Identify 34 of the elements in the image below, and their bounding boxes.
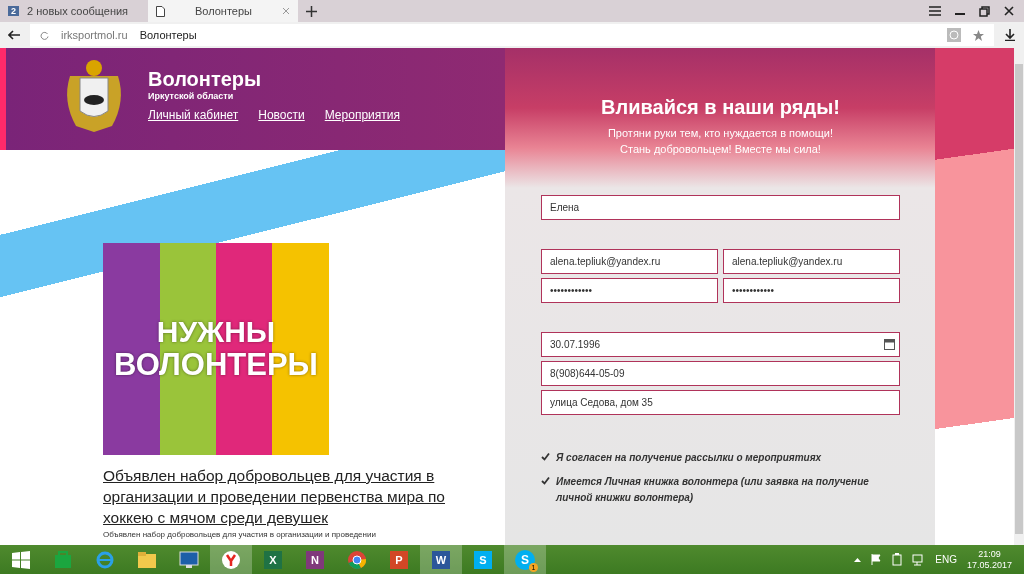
taskbar-button[interactable]: N (294, 545, 336, 574)
input-field[interactable]: улица Седова, дом 35 (541, 390, 900, 415)
input-field[interactable]: •••••••••••• (541, 278, 718, 303)
input-field[interactable]: 8(908)644-05-09 (541, 361, 900, 386)
nav-link[interactable]: Новости (258, 108, 305, 122)
form-tagline: Стань добровольцем! Вместе мы сила! (619, 142, 822, 157)
app-tile-icon[interactable]: X (264, 550, 282, 569)
input-field[interactable]: Елена (541, 195, 900, 220)
nav-link[interactable]: Личный кабинет (148, 108, 239, 122)
form-tagline: Протяни руки тем, кто нуждается в помощи! (606, 126, 835, 141)
taskbar-button[interactable]: P (378, 545, 420, 574)
input-field[interactable]: •••••••••••• (723, 278, 900, 303)
language-indicator[interactable]: ENG (935, 554, 957, 565)
taskbar-button[interactable]: W (420, 545, 462, 574)
app-tile-icon[interactable]: P (390, 550, 408, 569)
nav-link[interactable]: Мероприятия (324, 108, 400, 122)
news-snippet: Объявлен набор добровольцев для участия в организации и проведении (103, 530, 377, 539)
tab-badge: 2 (8, 6, 19, 16)
checkbox-label: Я согласен на получение рассылки о мероприятиях (556, 451, 823, 465)
input-field[interactable]: alena.tepliuk@yandex.ru (541, 249, 718, 274)
checkbox-label: Имеется Личная книжка волонтера (или заявка на получение личной книжки волонтера) (556, 475, 870, 505)
app-tile-icon[interactable]: N (306, 550, 324, 569)
clock[interactable]: 21:09 17.05.2017 (966, 548, 1012, 571)
taskbar-button[interactable]: X (252, 545, 294, 574)
browser-tab[interactable]: Волонтеры (148, 0, 298, 22)
app-tile-icon[interactable]: W (432, 550, 450, 569)
form-heading: Вливайся в наши ряды! (600, 96, 841, 119)
browser-tab[interactable]: 2 2 новых сообщения (0, 0, 148, 22)
site-subtitle: Иркутской области (148, 91, 235, 101)
site-title: Волонтеры (148, 68, 263, 91)
input-field[interactable]: alena.tepliuk@yandex.ru (723, 249, 900, 274)
news-headline-link[interactable]: Объявлен набор добровольцев для участия в организации и проведении первенства мира по хоккею с мячом среди девушек (103, 465, 463, 528)
input-field[interactable]: 30.07.1996 (541, 332, 900, 357)
address-field[interactable]: irksportmol.ru Волонтеры (30, 24, 994, 46)
